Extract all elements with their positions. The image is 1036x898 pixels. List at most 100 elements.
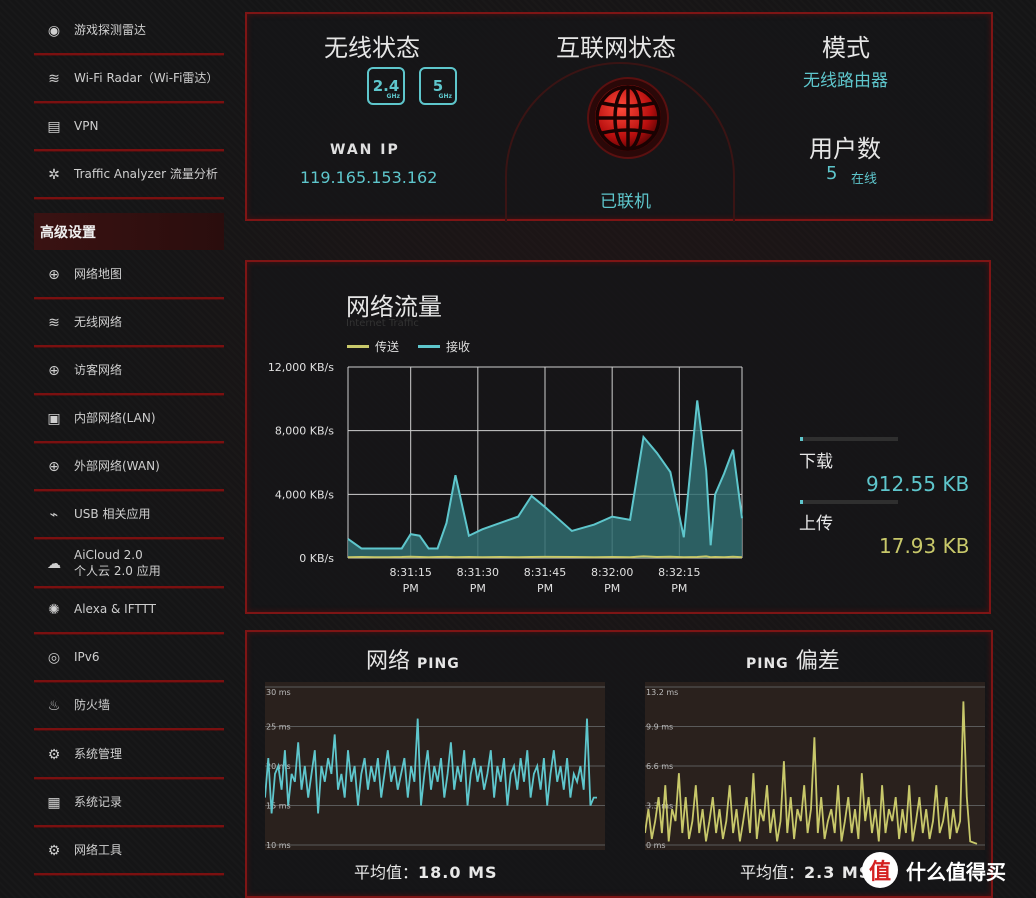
sidebar-item-label: 网络地图 xyxy=(74,267,122,283)
users-online-label: 在线 xyxy=(851,172,878,187)
sidebar-item-label-line: 系统记录 xyxy=(74,795,123,810)
sidebar-item-label: 访客网络 xyxy=(74,363,122,379)
traffic-chart: 0 KB/s 4,000 KB/s 8,000 KB/s 12,000 KB/s 8:3… xyxy=(268,361,743,595)
sidebar-item-tools[interactable]: ⚙ 网络工具 xyxy=(34,829,224,875)
sidebar-item-radar[interactable]: ◉ 游戏探测雷达 xyxy=(34,9,224,55)
usb-icon: ⌁ xyxy=(49,507,59,523)
legend-receive-label: 接收 xyxy=(446,340,471,354)
ping-avg-value: 18.0 MS xyxy=(418,863,498,882)
sidebar-item-label: IPv6 xyxy=(74,650,100,666)
users-title: 用户数 xyxy=(809,135,881,163)
jitter-chart-box: 0 ms 3.3 ms 6.6 ms 9.9 ms 13.2 ms xyxy=(644,682,985,850)
sidebar-item-label-line: 内部网络(LAN) xyxy=(74,411,156,426)
sidebar-item-label-line: IPv6 xyxy=(74,650,100,665)
mode-value[interactable]: 无线路由器 xyxy=(803,66,888,91)
upload-label: 上传 xyxy=(799,514,833,534)
sidebar-item-label-line: 防火墙 xyxy=(74,698,111,713)
internet-globe-icon[interactable] xyxy=(586,76,670,160)
sidebar-item-label-line: AiCloud 2.0 xyxy=(74,548,143,563)
jitter-chart: 0 ms3.3 ms6.6 ms9.9 ms13.2 ms xyxy=(644,686,985,850)
watermark-text: 什么值得买 xyxy=(906,859,1006,884)
band-24-unit: GHz xyxy=(386,93,400,100)
sidebar-item-globe[interactable]: ⊕ 网络地图 xyxy=(34,253,224,299)
jitter-avg-label: 平均值： xyxy=(740,863,805,882)
watermark: 值 什么值得买 xyxy=(862,852,1006,888)
sidebar-item-label-line: 外部网络(WAN) xyxy=(74,459,160,474)
send-series-line xyxy=(347,555,743,559)
sidebar-item-label-line: 网络地图 xyxy=(74,267,123,282)
sidebar-item-label-line: 访客网络 xyxy=(74,363,123,378)
sidebar-item-alexa[interactable]: ✺ Alexa & IFTTT xyxy=(34,588,224,634)
x-tick-label: 8:32:00 xyxy=(591,566,633,579)
x-tick-label: 8:31:45 xyxy=(524,566,566,579)
tools-icon: ⚙ xyxy=(47,843,61,859)
legend-receive-swatch xyxy=(418,345,440,348)
sidebar-item-cloud[interactable]: ☁ AiCloud 2.0 个人云 2.0 应用 xyxy=(34,542,224,588)
band-24ghz-icon[interactable]: 2.4 GHz xyxy=(367,67,405,105)
sidebar-section-advanced: 高级设置 xyxy=(34,213,224,250)
download-bar xyxy=(800,437,898,441)
sidebar-item-label: Alexa & IFTTT xyxy=(74,602,156,618)
gear-icon: ⚙ xyxy=(47,747,61,763)
y-tick-label: 25 ms xyxy=(266,723,291,732)
sidebar-item-label: Wi-Fi Radar（Wi-Fi雷达） xyxy=(74,71,218,87)
globe-icon: ⊕ xyxy=(48,267,60,283)
series-line xyxy=(644,701,978,845)
wan-ip-value: 119.165.153.162 xyxy=(300,168,438,187)
band-5ghz-icon[interactable]: 5 GHz xyxy=(419,67,457,105)
sidebar-item-log[interactable]: ▦ 系统记录 xyxy=(34,781,224,827)
sidebar-item-guest-network[interactable]: ⊕ 访客网络 xyxy=(34,349,224,395)
sidebar-item-traffic-analyzer[interactable]: ✲ Traffic Analyzer 流量分析 xyxy=(34,153,224,199)
x-tick-label-ampm: PM xyxy=(537,582,553,595)
sidebar-item-wifi-radar[interactable]: ≋ Wi-Fi Radar（Wi-Fi雷达） xyxy=(34,57,224,103)
ipv6-icon: ◎ xyxy=(47,650,61,666)
legend-send: 传送 xyxy=(347,338,399,355)
y-tick-label: 4,000 KB/s xyxy=(275,488,334,501)
sidebar-item-wireless[interactable]: ≋ 无线网络 xyxy=(34,301,224,347)
y-tick-label: 10 ms xyxy=(266,841,291,850)
sidebar-item-label-line: Alexa & IFTTT xyxy=(74,602,156,617)
sidebar: ◉ 游戏探测雷达 ≋ Wi-Fi Radar（Wi-Fi雷达） ▤ VPN ✲ Traffic… xyxy=(0,0,232,898)
ping-avg-label: 平均值： xyxy=(354,863,419,882)
x-tick-label: 8:32:15 xyxy=(658,566,700,579)
sidebar-item-vpn[interactable]: ▤ VPN xyxy=(34,105,224,151)
y-tick-label: 15 ms xyxy=(266,802,291,811)
x-tick-label-ampm: PM xyxy=(470,582,486,595)
jitter-title-cn: 偏差 xyxy=(795,649,840,674)
sidebar-item-label-line: 无线网络 xyxy=(74,315,123,330)
users-count[interactable]: 5 xyxy=(826,163,837,184)
traffic-title: 网络流量 xyxy=(346,293,442,321)
ping-title-cn: 网络 xyxy=(366,649,411,674)
band-5-unit: GHz xyxy=(438,93,452,100)
sidebar-item-usb[interactable]: ⌁ USB 相关应用 xyxy=(34,493,224,539)
cloud-icon: ☁ xyxy=(47,556,61,572)
sidebar-item-label-line: 系统管理 xyxy=(74,747,123,762)
sidebar-item-firewall[interactable]: ♨ 防火墙 xyxy=(34,684,224,730)
traffic-subtitle: Internet Traffic xyxy=(346,318,419,329)
sidebar-item-label-line: 网络工具 xyxy=(74,843,123,858)
x-tick-label-ampm: PM xyxy=(671,582,687,595)
legend-receive: 接收 xyxy=(418,338,470,355)
sidebar-item-label-line: 游戏探测雷达 xyxy=(74,23,147,38)
upload-bar xyxy=(800,500,898,504)
sidebar-item-ipv6[interactable]: ◎ IPv6 xyxy=(34,636,224,682)
x-tick-label: 8:31:15 xyxy=(389,566,431,579)
radar-icon: ◉ xyxy=(47,23,61,39)
sidebar-item-wan-globe[interactable]: ⊕ 外部网络(WAN) xyxy=(34,445,224,491)
sidebar-item-gear[interactable]: ⚙ 系统管理 xyxy=(34,733,224,779)
watermark-logo: 值 xyxy=(862,852,898,888)
ping-title-en: PING xyxy=(417,656,460,672)
x-tick-label-ampm: PM xyxy=(403,582,419,595)
firewall-icon: ♨ xyxy=(47,698,61,714)
mode-title: 模式 xyxy=(822,34,870,62)
sidebar-item-lan[interactable]: ▣ 内部网络(LAN) xyxy=(34,397,224,443)
legend-send-swatch xyxy=(347,345,369,348)
ping-chart: 10 ms15 ms20 ms25 ms30 ms xyxy=(264,686,605,850)
sidebar-item-label: 内部网络(LAN) xyxy=(74,411,156,427)
x-tick-label: 8:31:30 xyxy=(457,566,499,579)
sidebar-item-label: 系统管理 xyxy=(74,747,122,763)
download-value: 912.55 KB xyxy=(866,472,970,496)
jitter-title-en: PING xyxy=(746,656,789,672)
y-tick-label: 0 ms xyxy=(646,841,666,850)
sidebar-item-label: VPN xyxy=(74,119,98,135)
